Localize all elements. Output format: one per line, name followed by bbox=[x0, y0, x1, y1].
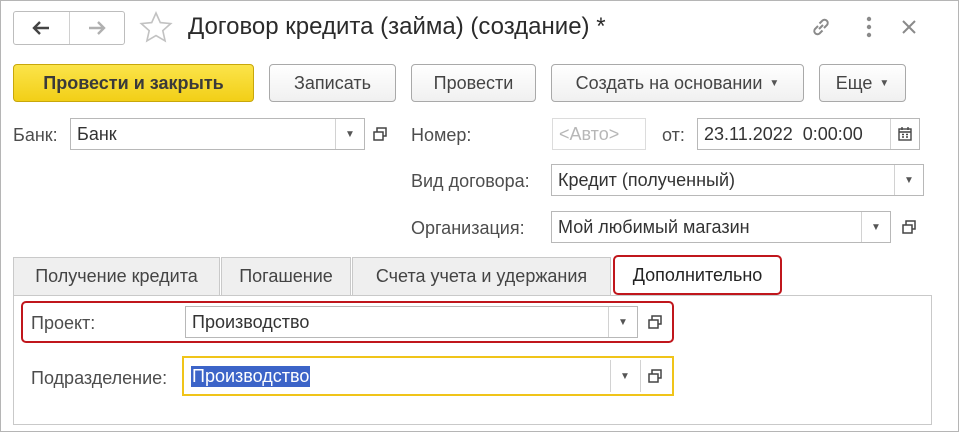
number-label: Номер: bbox=[411, 125, 472, 145]
link-button[interactable] bbox=[809, 15, 833, 44]
organization-label: Организация: bbox=[411, 218, 525, 238]
document-window: Договор кредита (займа) (создание) * Про… bbox=[0, 0, 959, 432]
bank-field[interactable]: Банк ▼ bbox=[70, 118, 365, 150]
date-value: 23.11.2022 0:00:00 bbox=[704, 123, 863, 144]
caret-down-icon: ▼ bbox=[879, 77, 890, 89]
favorite-star-button[interactable] bbox=[138, 10, 174, 51]
nav-group bbox=[13, 11, 125, 45]
department-label: Подразделение: bbox=[31, 368, 168, 388]
save-button[interactable]: Записать bbox=[269, 64, 396, 102]
organization-field[interactable]: Мой любимый магазин ▼ bbox=[551, 211, 891, 243]
tab-accounts[interactable]: Счета учета и удержания bbox=[352, 257, 611, 295]
arrow-left-icon bbox=[32, 21, 50, 35]
dropdown-arrow-icon[interactable]: ▼ bbox=[611, 358, 639, 394]
more-button[interactable] bbox=[865, 15, 873, 44]
forward-button[interactable] bbox=[70, 12, 124, 44]
number-field[interactable]: <Авто> bbox=[552, 118, 646, 150]
post-button[interactable]: Провести bbox=[411, 64, 536, 102]
contract-type-value: Кредит (полученный) bbox=[558, 169, 736, 190]
open-window-icon bbox=[902, 220, 916, 234]
calendar-icon bbox=[898, 127, 912, 141]
tab-receipt[interactable]: Получение кредита bbox=[13, 257, 220, 295]
close-button[interactable] bbox=[899, 17, 919, 42]
more-actions-label: Еще bbox=[835, 72, 873, 93]
tab-repayment[interactable]: Погашение bbox=[221, 257, 351, 295]
tab-additional[interactable]: Дополнительно bbox=[613, 255, 782, 295]
caret-down-icon: ▼ bbox=[769, 77, 780, 89]
post-and-close-button[interactable]: Провести и закрыть bbox=[13, 64, 254, 102]
number-placeholder: <Авто> bbox=[559, 123, 620, 144]
create-based-on-button[interactable]: Создать на основании ▼ bbox=[551, 64, 804, 102]
department-value: Производство bbox=[191, 365, 311, 387]
bank-label: Банк: bbox=[13, 125, 58, 145]
dropdown-arrow-icon[interactable]: ▼ bbox=[609, 307, 637, 337]
organization-open-button[interactable] bbox=[895, 211, 923, 243]
open-window-icon bbox=[648, 369, 662, 383]
dropdown-arrow-icon[interactable]: ▼ bbox=[336, 119, 364, 149]
project-label: Проект: bbox=[31, 313, 96, 333]
contract-type-field[interactable]: Кредит (полученный) ▼ bbox=[551, 164, 924, 196]
dropdown-arrow-icon[interactable]: ▼ bbox=[862, 212, 890, 242]
star-icon bbox=[139, 11, 173, 43]
contract-type-label: Вид договора: bbox=[411, 171, 530, 191]
open-window-icon bbox=[373, 127, 387, 141]
project-open-button[interactable] bbox=[641, 306, 669, 338]
date-label: от: bbox=[662, 125, 685, 145]
close-icon bbox=[902, 20, 916, 34]
bank-open-button[interactable] bbox=[366, 118, 394, 150]
create-based-on-label: Создать на основании bbox=[575, 72, 763, 93]
more-actions-button[interactable]: Еще ▼ bbox=[819, 64, 906, 102]
date-field[interactable]: 23.11.2022 0:00:00 bbox=[697, 118, 920, 150]
open-window-icon bbox=[648, 315, 662, 329]
bank-value: Банк bbox=[77, 123, 117, 144]
project-field[interactable]: Производство ▼ bbox=[185, 306, 638, 338]
project-value: Производство bbox=[192, 311, 310, 332]
link-icon bbox=[813, 18, 829, 36]
department-open-button[interactable] bbox=[641, 358, 669, 394]
dropdown-arrow-icon[interactable]: ▼ bbox=[895, 165, 923, 195]
window-title: Договор кредита (займа) (создание) * bbox=[188, 13, 606, 40]
back-button[interactable] bbox=[14, 12, 70, 44]
arrow-right-icon bbox=[88, 21, 106, 35]
organization-value: Мой любимый магазин bbox=[558, 216, 750, 237]
department-field[interactable]: Производство ▼ bbox=[182, 356, 674, 396]
calendar-button[interactable] bbox=[891, 119, 919, 149]
more-vertical-icon bbox=[866, 16, 872, 38]
